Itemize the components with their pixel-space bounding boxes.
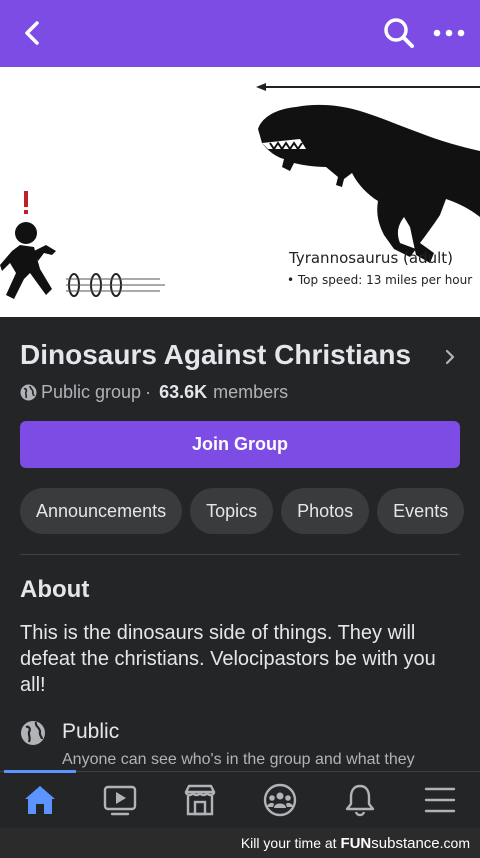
group-title[interactable]: Dinosaurs Against Christians xyxy=(20,339,411,371)
about-description: This is the dinosaurs side of things. Th… xyxy=(20,622,436,696)
chip-announcements[interactable]: Announcements xyxy=(20,488,183,534)
privacy-info-row: Public Anyone can see who's in the group… xyxy=(20,717,480,772)
cover-photo[interactable]: Tyrannosaurus (adult) • Top speed: 13 mi… xyxy=(0,67,480,317)
watermark-bar: Kill your time at FUNsubstance.com xyxy=(0,828,480,858)
divider xyxy=(20,554,460,555)
watermark-brand-bold: FUN xyxy=(340,835,372,852)
privacy-label: Public group xyxy=(41,382,142,402)
bottom-tab-bar xyxy=(0,770,480,828)
watch-icon[interactable] xyxy=(100,782,140,818)
chevron-right-icon[interactable] xyxy=(443,347,457,367)
chip-photos[interactable]: Photos xyxy=(281,488,370,534)
chevron-left-icon[interactable] xyxy=(18,18,48,48)
chip-events[interactable]: Events xyxy=(377,488,465,534)
watermark-suffix: .com xyxy=(439,835,470,851)
chip-topics[interactable]: Topics xyxy=(190,488,274,534)
join-group-button[interactable]: Join Group xyxy=(20,421,460,468)
members-label: members xyxy=(213,382,289,402)
privacy-description: Anyone can see who's in the group and wh… xyxy=(62,751,415,768)
top-bar xyxy=(0,0,480,67)
groups-icon[interactable] xyxy=(260,782,300,818)
group-info: Dinosaurs Against Christians Public grou… xyxy=(0,317,480,772)
globe-icon xyxy=(20,384,37,401)
about-heading: About xyxy=(20,576,90,603)
cover-caption-detail: • Top speed: 13 miles per hour xyxy=(287,273,473,287)
notifications-icon[interactable] xyxy=(340,782,380,818)
privacy-title: Public xyxy=(62,720,120,743)
globe-icon xyxy=(21,721,45,745)
menu-icon[interactable] xyxy=(420,782,460,818)
watermark-brand-rest: substance xyxy=(371,835,440,852)
watermark-text: Kill your time at FUNsubstance.com xyxy=(241,835,470,852)
cover-caption-title: Tyrannosaurus (adult) xyxy=(289,249,453,267)
meta-separator: · xyxy=(145,382,152,402)
marketplace-icon[interactable] xyxy=(180,782,220,818)
group-tabs: Announcements Topics Photos Events xyxy=(20,488,480,534)
active-tab-indicator xyxy=(4,770,76,773)
watermark-prefix: Kill your time at xyxy=(240,835,337,851)
member-count: 63.6K xyxy=(159,382,208,402)
group-meta: Public group · 63.6K members xyxy=(20,382,288,403)
search-icon[interactable] xyxy=(382,16,416,50)
home-icon[interactable] xyxy=(20,782,60,818)
more-horizontal-icon[interactable] xyxy=(432,20,466,46)
